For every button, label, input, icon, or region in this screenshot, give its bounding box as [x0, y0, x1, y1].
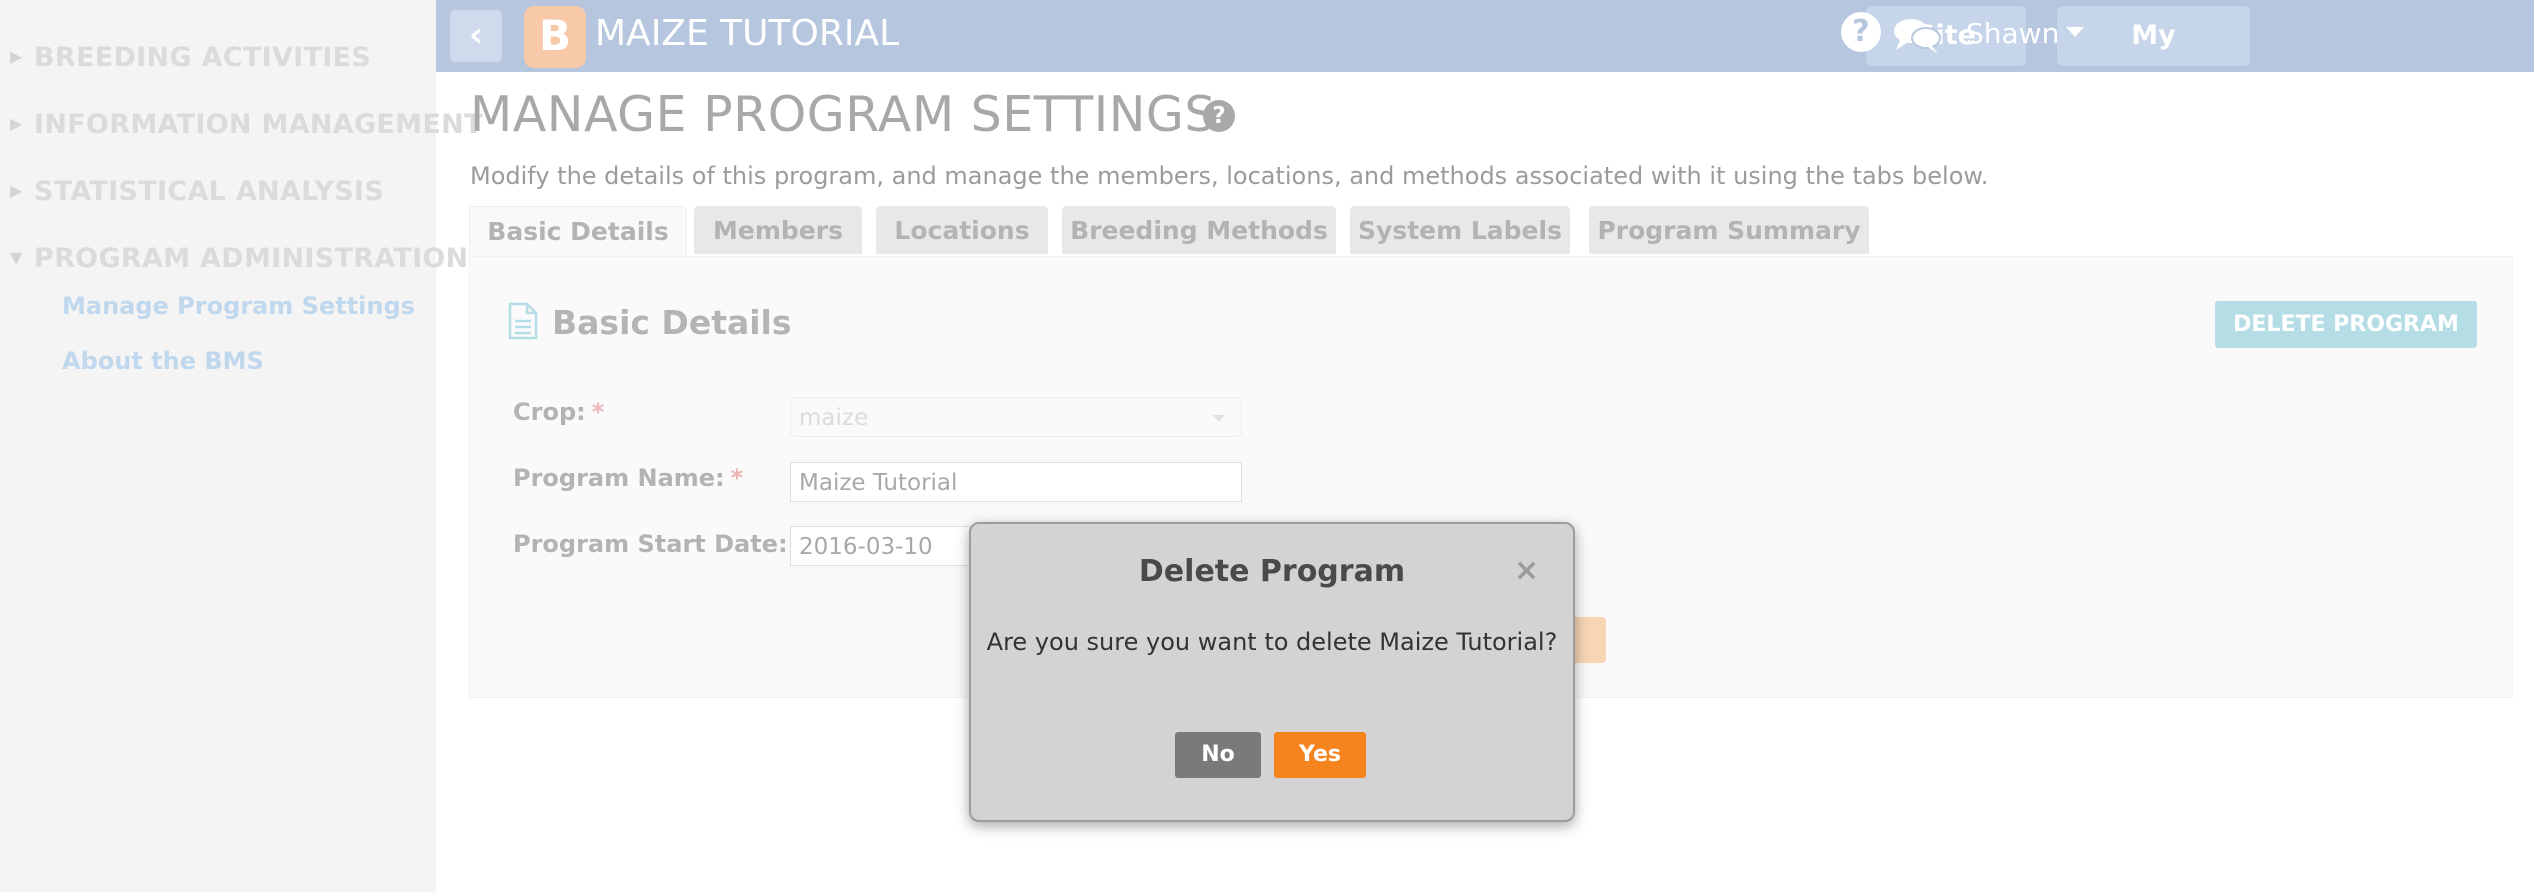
dialog-title: Delete Program: [1138, 554, 1406, 589]
no-button[interactable]: No: [1175, 732, 1261, 778]
yes-button[interactable]: Yes: [1274, 732, 1366, 778]
close-icon[interactable]: ×: [1514, 553, 1539, 588]
delete-program-dialog: Delete Program × Are you sure you want t…: [969, 522, 1575, 822]
dialog-message: Are you sure you want to delete Maize Tu…: [986, 628, 1558, 656]
